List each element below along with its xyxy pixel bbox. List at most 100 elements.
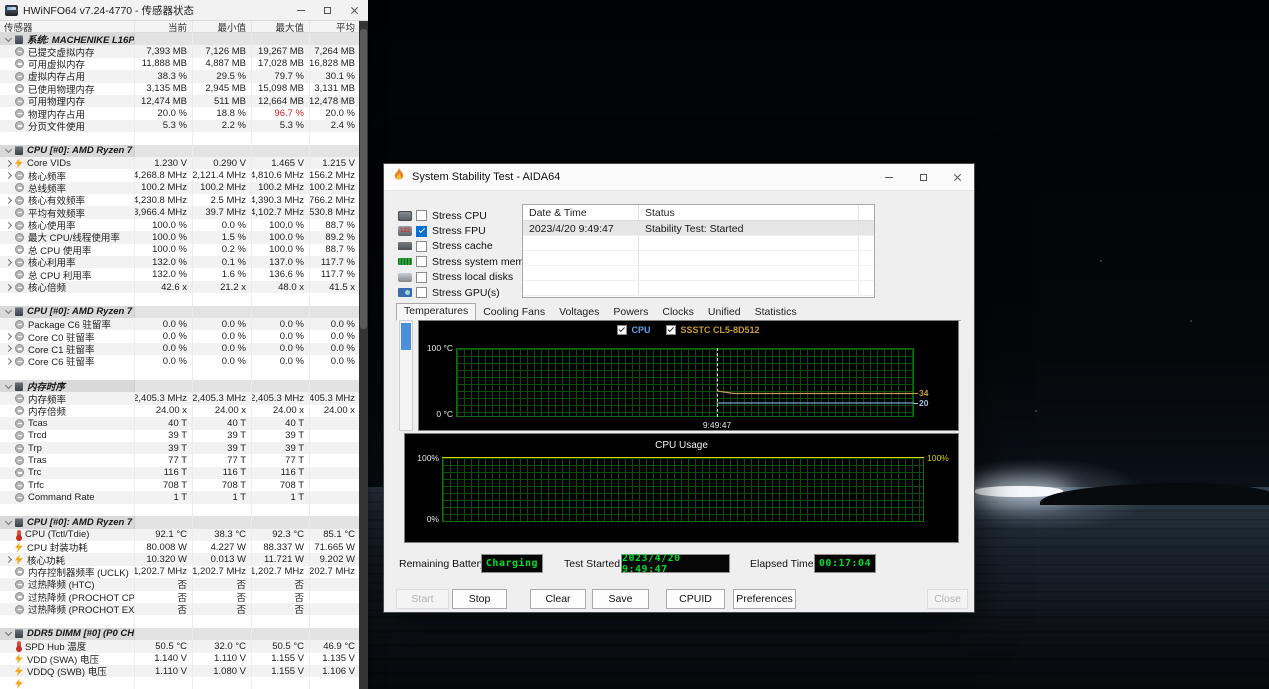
chevron-right-icon[interactable] (5, 197, 12, 204)
column-header-average[interactable]: 平均 (310, 21, 359, 32)
cpu-legend-checkbox[interactable] (617, 325, 627, 335)
tab-voltages[interactable]: Voltages (552, 305, 606, 320)
close-button[interactable] (341, 0, 368, 20)
tab-cooling-fans[interactable]: Cooling Fans (476, 305, 552, 320)
sensor-row[interactable]: Core VIDs1.230 V0.290 V1.465 V1.215 V (0, 157, 359, 169)
sensor-row[interactable]: 核心倍频42.6 x21.2 x48.0 x41.5 x (0, 281, 359, 293)
sensor-row[interactable]: SPD Hub 温度50.5 °C32.0 °C50.5 °C46.9 °C (0, 640, 359, 652)
sensor-row[interactable]: 核心利用率132.0 %0.1 %137.0 %117.7 % (0, 256, 359, 268)
sensor-row[interactable]: 已提交虚拟内存7,393 MB7,126 MB19,267 MB7,264 MB (0, 45, 359, 57)
sensor-section-row[interactable]: 内存时序 (0, 380, 359, 392)
sensor-row[interactable]: Trfc708 T708 T708 T (0, 479, 359, 491)
ssd-legend-checkbox[interactable] (666, 325, 676, 335)
minimize-button[interactable] (287, 0, 314, 20)
chevron-down-icon[interactable] (5, 35, 12, 42)
column-header-minimum[interactable]: 最小值 (193, 21, 252, 32)
sensor-row[interactable]: 过热降频 (PROCHOT EXT)否否否 (0, 603, 359, 615)
sensor-row[interactable]: 核心使用率100.0 %0.0 %100.0 %88.7 % (0, 219, 359, 231)
aida64-titlebar[interactable]: System Stability Test - AIDA64 (384, 164, 974, 191)
tab-powers[interactable]: Powers (606, 305, 655, 320)
sensor-row[interactable]: 核心有效频率4,230.8 MHz2.5 MHz4,390.3 MHz3,766… (0, 194, 359, 206)
minimize-button[interactable] (872, 164, 906, 190)
stress-option-stress-gpu-s[interactable]: Stress GPU(s) (398, 285, 520, 300)
stop-button[interactable]: Stop (452, 589, 507, 609)
sensor-section-row[interactable]: DDR5 DIMM [#0] (P0 CHA... (0, 628, 359, 640)
hwinfo-scrollbar[interactable] (359, 21, 368, 689)
legend-item-cpu[interactable]: CPU (617, 325, 650, 335)
chevron-right-icon[interactable] (5, 358, 12, 365)
sensor-row[interactable]: Tras77 T77 T77 T (0, 454, 359, 466)
sensor-row[interactable]: 总线频率100.2 MHz100.2 MHz100.2 MHz100.2 MHz (0, 182, 359, 194)
chevron-right-icon[interactable] (5, 172, 12, 179)
sensor-row[interactable]: Trcd39 T39 T39 T (0, 430, 359, 442)
sensor-row[interactable]: 内存频率2,405.3 MHz2,405.3 MHz2,405.3 MHz2,4… (0, 392, 359, 404)
chevron-right-icon[interactable] (5, 259, 12, 266)
sensor-row[interactable]: VDD (SWA) 电压1.140 V1.110 V1.155 V1.135 V (0, 653, 359, 665)
sensor-row[interactable]: Trc116 T116 T116 T (0, 467, 359, 479)
stress-gpu-s-checkbox[interactable] (416, 287, 427, 298)
maximize-button[interactable] (314, 0, 341, 20)
sensor-section-row[interactable]: CPU [#0]: AMD Ryzen 7 7... (0, 516, 359, 528)
stress-cache-checkbox[interactable] (416, 241, 427, 252)
tab-clocks[interactable]: Clocks (655, 305, 701, 320)
sensor-row[interactable]: Package C6 驻留率0.0 %0.0 %0.0 %0.0 % (0, 318, 359, 330)
column-header-maximum[interactable]: 最大值 (252, 21, 310, 32)
log-row[interactable]: 2023/4/20 9:49:47 Stability Test: Starte… (523, 221, 874, 236)
sensor-row[interactable]: 物理内存占用20.0 %18.8 %96.7 %20.0 % (0, 107, 359, 119)
column-header-sensor[interactable]: 传感器 (0, 21, 135, 32)
graph-scrollbar-thumb[interactable] (401, 323, 411, 350)
stress-option-stress-fpu[interactable]: 123Stress FPU (398, 223, 520, 238)
close-button[interactable] (940, 164, 974, 190)
sensor-row[interactable]: CPU (Tctl/Tdie)92.1 °C38.3 °C92.3 °C85.1… (0, 529, 359, 541)
sensor-section-row[interactable]: CPU [#0]: AMD Ryzen 7 7... (0, 306, 359, 318)
sensor-row[interactable]: Core C6 驻留率0.0 %0.0 %0.0 %0.0 % (0, 355, 359, 367)
tab-temperatures[interactable]: Temperatures (396, 303, 476, 321)
chevron-right-icon[interactable] (5, 345, 12, 352)
sensor-row[interactable]: 内存倍频24.00 x24.00 x24.00 x24.00 x (0, 405, 359, 417)
sensor-row[interactable]: 核心功耗10.320 W0.013 W11.721 W9.202 W (0, 553, 359, 565)
sensor-row[interactable]: 可用虚拟内存11,888 MB4,887 MB17,028 MB16,828 M… (0, 58, 359, 70)
hwinfo-titlebar[interactable]: HWiNFO64 v7.24-4770 - 传感器状态 (0, 0, 368, 21)
sensor-row[interactable]: 最大 CPU/线程使用率100.0 %1.5 %100.0 %89.2 % (0, 231, 359, 243)
sensor-row[interactable]: Trp39 T39 T39 T (0, 442, 359, 454)
test-log-table[interactable]: Date & Time Status 2023/4/20 9:49:47 Sta… (522, 204, 875, 298)
sensor-row[interactable]: 总 CPU 使用率100.0 %0.2 %100.0 %88.7 % (0, 244, 359, 256)
save-button[interactable]: Save (592, 589, 649, 609)
sensor-row[interactable]: 虚拟内存占用38.3 %29.5 %79.7 %30.1 % (0, 70, 359, 82)
chevron-right-icon[interactable] (5, 556, 12, 563)
sensor-row[interactable] (0, 677, 359, 689)
sensor-row[interactable]: 分页文件使用5.3 %2.2 %5.3 %2.4 % (0, 120, 359, 132)
sensor-row[interactable]: 核心频率4,268.8 MHz2,121.4 MHz4,810.6 MHz4,1… (0, 169, 359, 181)
clear-button[interactable]: Clear (530, 589, 586, 609)
chevron-down-icon[interactable] (5, 307, 12, 314)
stress-option-stress-local-disks[interactable]: Stress local disks (398, 270, 520, 285)
sensor-row[interactable]: 可用物理内存12,474 MB511 MB12,664 MB12,478 MB (0, 95, 359, 107)
cpuid-button[interactable]: CPUID (666, 589, 725, 609)
sensor-row[interactable]: 过热降频 (HTC)否否否 (0, 578, 359, 590)
sensor-row[interactable]: Core C1 驻留率0.0 %0.0 %0.0 %0.0 % (0, 343, 359, 355)
stress-system-memory-checkbox[interactable] (416, 256, 427, 267)
tab-unified[interactable]: Unified (701, 305, 748, 320)
chevron-down-icon[interactable] (5, 518, 12, 525)
stress-option-stress-cache[interactable]: Stress cache (398, 239, 520, 254)
maximize-button[interactable] (906, 164, 940, 190)
stress-option-stress-system-memory[interactable]: Stress system memory (398, 254, 520, 269)
chevron-right-icon[interactable] (5, 283, 12, 290)
sensor-row[interactable]: Command Rate1 T1 T1 T (0, 491, 359, 503)
chevron-right-icon[interactable] (5, 333, 12, 340)
chevron-right-icon[interactable] (5, 160, 12, 167)
preferences-button[interactable]: Preferences (733, 589, 796, 609)
sensor-row[interactable]: Tcas40 T40 T40 T (0, 417, 359, 429)
stress-fpu-checkbox[interactable] (416, 226, 427, 237)
sensor-section-row[interactable]: CPU [#0]: AMD Ryzen 7 7... (0, 145, 359, 157)
sensor-row[interactable]: 总 CPU 利用率132.0 %1.6 %136.6 %117.7 % (0, 268, 359, 280)
legend-item-ssd[interactable]: SSSTC CL5-8D512 (666, 325, 759, 335)
column-header-current[interactable]: 当前 (135, 21, 193, 32)
tab-statistics[interactable]: Statistics (748, 305, 804, 320)
sensor-section-row[interactable]: 系统: MACHENIKE L16P (0, 33, 359, 45)
stress-cpu-checkbox[interactable] (416, 210, 427, 221)
stress-option-stress-cpu[interactable]: Stress CPU (398, 208, 520, 223)
sensor-row[interactable]: Core C0 驻留率0.0 %0.0 %0.0 %0.0 % (0, 330, 359, 342)
sensor-row[interactable]: 平均有效频率3,966.4 MHz39.7 MHz4,102.7 MHz3,53… (0, 206, 359, 218)
chevron-down-icon[interactable] (5, 629, 12, 636)
